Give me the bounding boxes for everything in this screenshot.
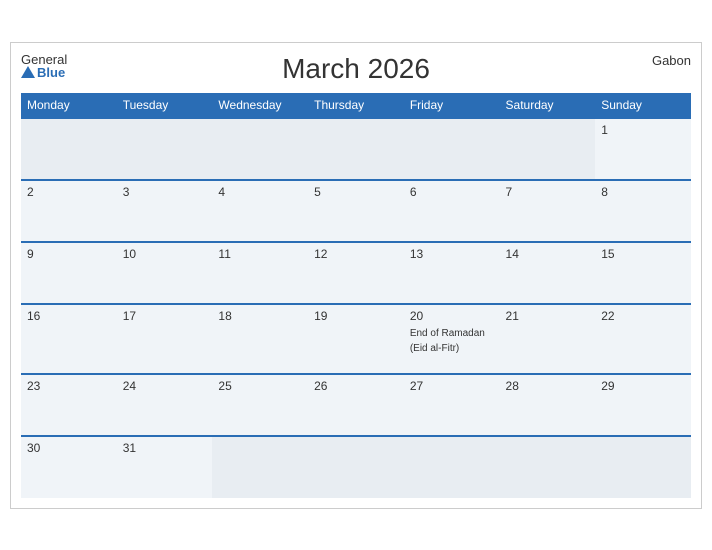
day-number-29: 29: [601, 379, 685, 393]
week-row-1: 1: [21, 118, 691, 180]
day-number-8: 8: [601, 185, 685, 199]
day-cell-w5-d1: 23: [21, 374, 117, 436]
day-cell-w2-d5: 6: [404, 180, 500, 242]
calendar-container: General Blue March 2026 Gabon Monday Tue…: [10, 42, 702, 509]
logo-blue-text: Blue: [21, 66, 65, 79]
header-thursday: Thursday: [308, 93, 404, 118]
day-cell-w5-d5: 27: [404, 374, 500, 436]
day-cell-w3-d4: 12: [308, 242, 404, 304]
day-cell-w5-d4: 26: [308, 374, 404, 436]
day-number-6: 6: [410, 185, 494, 199]
day-cell-w1-d7: 1: [595, 118, 691, 180]
header-sunday: Sunday: [595, 93, 691, 118]
day-cell-w3-d2: 10: [117, 242, 213, 304]
day-cell-w2-d2: 3: [117, 180, 213, 242]
event-text-20: End of Ramadan (Eid al-Fitr): [410, 328, 485, 354]
week-row-6: 30 31: [21, 436, 691, 498]
day-cell-w5-d7: 29: [595, 374, 691, 436]
day-cell-w6-d3: [212, 436, 308, 498]
day-number-16: 16: [27, 309, 111, 323]
header-tuesday: Tuesday: [117, 93, 213, 118]
header-friday: Friday: [404, 93, 500, 118]
day-cell-w4-d4: 19: [308, 304, 404, 374]
logo-general-text: General: [21, 53, 67, 66]
calendar-header: General Blue March 2026 Gabon: [21, 53, 691, 85]
day-cell-w4-d5: 20 End of Ramadan (Eid al-Fitr): [404, 304, 500, 374]
day-number-2: 2: [27, 185, 111, 199]
day-number-13: 13: [410, 247, 494, 261]
day-number-19: 19: [314, 309, 398, 323]
header-wednesday: Wednesday: [212, 93, 308, 118]
day-cell-w4-d1: 16: [21, 304, 117, 374]
day-cell-w2-d3: 4: [212, 180, 308, 242]
day-number-30: 30: [27, 441, 111, 455]
country-label: Gabon: [652, 53, 691, 68]
day-number-11: 11: [218, 247, 302, 261]
day-cell-w3-d1: 9: [21, 242, 117, 304]
day-cell-w1-d5: [404, 118, 500, 180]
weekday-header-row: Monday Tuesday Wednesday Thursday Friday…: [21, 93, 691, 118]
day-number-17: 17: [123, 309, 207, 323]
day-number-31: 31: [123, 441, 207, 455]
day-number-24: 24: [123, 379, 207, 393]
week-row-3: 9 10 11 12 13 14 15: [21, 242, 691, 304]
day-cell-w6-d6: [500, 436, 596, 498]
day-number-20: 20: [410, 309, 494, 323]
calendar-grid: Monday Tuesday Wednesday Thursday Friday…: [21, 93, 691, 498]
day-cell-w3-d5: 13: [404, 242, 500, 304]
header-monday: Monday: [21, 93, 117, 118]
week-row-4: 16 17 18 19 20 End of Ramadan (Eid al-Fitr) 21…: [21, 304, 691, 374]
day-cell-w6-d2: 31: [117, 436, 213, 498]
day-cell-w6-d7: [595, 436, 691, 498]
day-number-4: 4: [218, 185, 302, 199]
day-cell-w1-d3: [212, 118, 308, 180]
day-cell-w5-d6: 28: [500, 374, 596, 436]
week-row-2: 2345678: [21, 180, 691, 242]
day-number-26: 26: [314, 379, 398, 393]
day-cell-w5-d3: 25: [212, 374, 308, 436]
day-cell-w3-d6: 14: [500, 242, 596, 304]
day-cell-w6-d5: [404, 436, 500, 498]
day-number-15: 15: [601, 247, 685, 261]
day-number-27: 27: [410, 379, 494, 393]
day-cell-w3-d3: 11: [212, 242, 308, 304]
day-cell-w1-d6: [500, 118, 596, 180]
day-cell-w4-d2: 17: [117, 304, 213, 374]
day-cell-w4-d3: 18: [212, 304, 308, 374]
day-number-7: 7: [506, 185, 590, 199]
logo-triangle-icon: [21, 66, 35, 78]
day-cell-w1-d4: [308, 118, 404, 180]
day-cell-w2-d7: 8: [595, 180, 691, 242]
week-row-5: 23 24 25 26 27 28 29: [21, 374, 691, 436]
day-number-18: 18: [218, 309, 302, 323]
day-cell-w5-d2: 24: [117, 374, 213, 436]
day-number-25: 25: [218, 379, 302, 393]
day-cell-w4-d7: 22: [595, 304, 691, 374]
day-cell-w3-d7: 15: [595, 242, 691, 304]
day-cell-w2-d6: 7: [500, 180, 596, 242]
day-cell-w1-d2: [117, 118, 213, 180]
day-number-14: 14: [506, 247, 590, 261]
day-cell-w4-d6: 21: [500, 304, 596, 374]
day-number-28: 28: [506, 379, 590, 393]
day-number-3: 3: [123, 185, 207, 199]
day-cell-w1-d1: [21, 118, 117, 180]
calendar-title: March 2026: [282, 53, 430, 85]
day-cell-w6-d4: [308, 436, 404, 498]
day-cell-w2-d1: 2: [21, 180, 117, 242]
day-cell-w6-d1: 30: [21, 436, 117, 498]
day-cell-w2-d4: 5: [308, 180, 404, 242]
day-number-21: 21: [506, 309, 590, 323]
day-number-12: 12: [314, 247, 398, 261]
header-saturday: Saturday: [500, 93, 596, 118]
day-number-23: 23: [27, 379, 111, 393]
day-number-1: 1: [601, 123, 685, 137]
day-number-22: 22: [601, 309, 685, 323]
day-number-10: 10: [123, 247, 207, 261]
day-number-9: 9: [27, 247, 111, 261]
logo: General Blue: [21, 53, 67, 79]
day-number-5: 5: [314, 185, 398, 199]
